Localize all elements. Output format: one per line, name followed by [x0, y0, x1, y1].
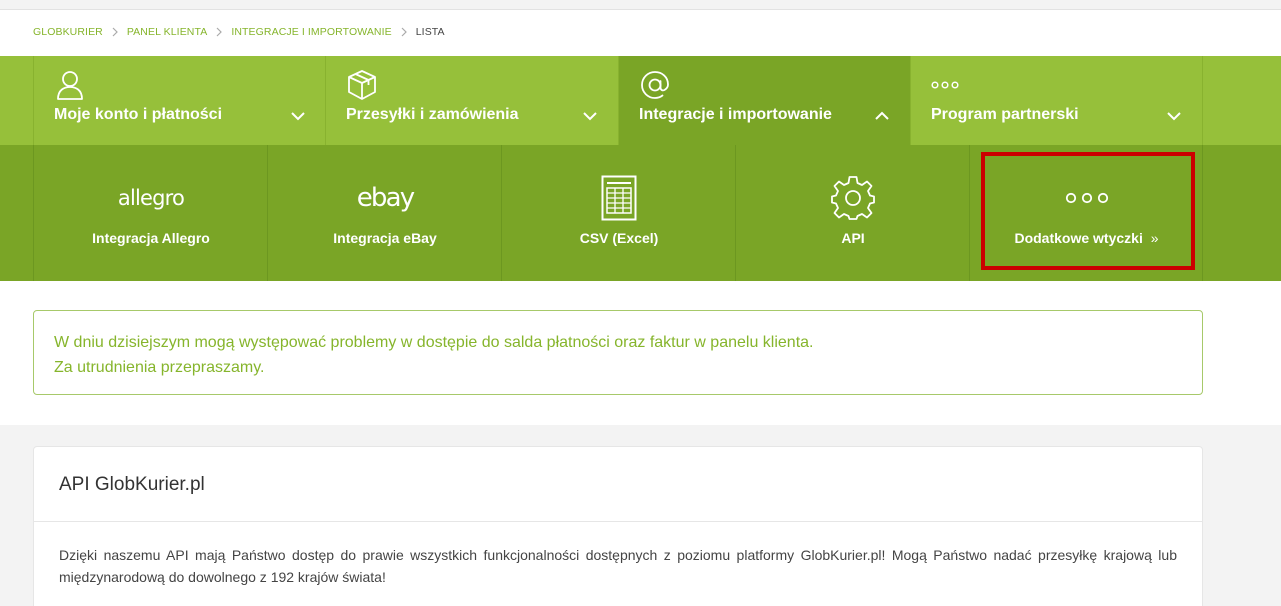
sub-item-label: CSV (Excel)	[579, 230, 659, 246]
chevron-up-icon	[874, 108, 890, 124]
allegro-logo-text: allegro	[117, 186, 185, 210]
more-dots-icon	[970, 175, 1203, 221]
allegro-logo: allegro	[34, 175, 268, 221]
user-icon	[54, 69, 86, 101]
nav-item-label: Moje konto i płatności	[54, 106, 223, 123]
nav-item-program-partnerski[interactable]: Program partnerski	[910, 56, 1202, 145]
chevron-right-icon	[109, 26, 121, 38]
sub-item-label: Dodatkowe wtyczki	[1014, 230, 1143, 246]
api-card-body: Dzięki naszemu API mają Państwo dostęp d…	[34, 522, 1202, 588]
api-card-title: API GlobKurier.pl	[59, 474, 205, 495]
api-card: API GlobKurier.pl Dzięki naszemu API maj…	[33, 446, 1203, 606]
sub-item-ebay[interactable]: ebay Integracja eBay	[267, 145, 502, 281]
sub-item-api[interactable]: API	[735, 145, 970, 281]
nav-item-label: Przesyłki i zamówienia	[346, 106, 519, 123]
nav-item-label: Integracje i importowanie	[639, 106, 832, 123]
package-icon	[346, 69, 378, 101]
sub-item-label-wrap: Dodatkowe wtyczki »	[970, 230, 1203, 246]
breadcrumb-integracje[interactable]: INTEGRACJE I IMPORTOWANIE	[231, 26, 391, 38]
breadcrumb: GLOBKURIER PANEL KLIENTA INTEGRACJE I IM…	[33, 25, 445, 39]
chevron-down-icon	[1166, 108, 1182, 124]
sub-item-label: Integracja eBay	[333, 230, 437, 246]
ebay-logo-text: ebay	[356, 183, 415, 213]
sub-nav: allegro Integracja Allegro ebay Integrac…	[0, 145, 1281, 281]
nav-item-label: Program partnerski	[931, 106, 1079, 123]
nav-item-moje-konto[interactable]: Moje konto i płatności	[33, 56, 326, 145]
main-nav: Moje konto i płatności Przesyłki i zamów…	[0, 56, 1281, 145]
spreadsheet-icon	[502, 175, 736, 221]
ebay-logo: ebay	[268, 175, 502, 221]
api-card-text: Dzięki naszemu API mają Państwo dostęp d…	[59, 547, 1177, 585]
double-chevron-right-icon: »	[1150, 230, 1159, 246]
notice-line-1: W dniu dzisiejszym mogą występować probl…	[54, 334, 814, 351]
sub-item-csv[interactable]: CSV (Excel)	[501, 145, 736, 281]
chevron-right-icon	[213, 26, 225, 38]
sub-item-allegro[interactable]: allegro Integracja Allegro	[33, 145, 268, 281]
breadcrumb-panel-klienta[interactable]: PANEL KLIENTA	[127, 26, 207, 38]
breadcrumb-current: LISTA	[415, 26, 445, 38]
nav-item-przesylki[interactable]: Przesyłki i zamówienia	[325, 56, 618, 145]
top-bar	[0, 0, 1281, 10]
chevron-right-icon	[398, 26, 410, 38]
api-card-header: API GlobKurier.pl	[34, 447, 1202, 522]
more-dots-icon	[931, 69, 963, 101]
nav-divider	[1202, 56, 1203, 145]
nav-item-integracje[interactable]: Integracje i importowanie	[618, 56, 910, 145]
sub-item-label: Integracja Allegro	[92, 230, 210, 246]
at-sign-icon	[639, 69, 671, 101]
sub-item-dodatkowe-wtyczki[interactable]: Dodatkowe wtyczki »	[969, 145, 1203, 281]
notice-alert: W dniu dzisiejszym mogą występować probl…	[33, 310, 1203, 395]
chevron-down-icon	[582, 108, 598, 124]
sub-item-label: API	[841, 230, 865, 246]
chevron-down-icon	[290, 108, 306, 124]
sub-nav-divider	[1202, 145, 1203, 281]
breadcrumb-globkurier[interactable]: GLOBKURIER	[33, 26, 103, 38]
notice-line-2: Za utrudnienia przepraszamy.	[54, 359, 265, 376]
gear-icon	[736, 175, 970, 221]
